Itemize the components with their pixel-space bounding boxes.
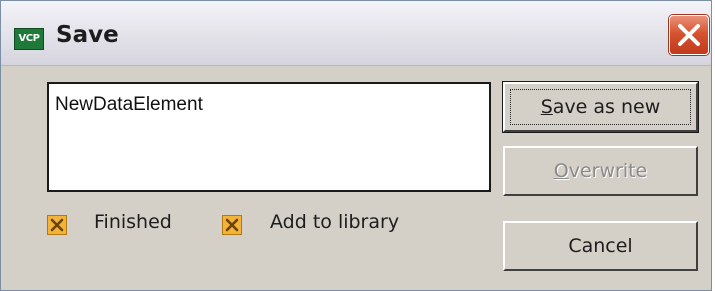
overwrite-label: Overwrite [553,160,648,182]
name-input[interactable]: NewDataElement [47,82,491,192]
overwrite-button[interactable]: Overwrite [503,146,698,196]
checkmark-x-icon [50,218,64,232]
close-icon [678,24,700,46]
cancel-label: Cancel [568,235,633,257]
checkmark-x-icon [225,218,239,232]
dialog-content: NewDataElement Finished Add to library S… [9,66,711,290]
app-icon: VCP [14,28,44,50]
save-as-new-button[interactable]: Save as new [502,81,699,133]
finished-checkbox[interactable] [47,215,67,235]
add-to-library-label: Add to library [270,211,400,233]
finished-label: Finished [94,211,172,233]
save-dialog: VCP Save NewDataElement Finished Add to … [0,0,712,291]
focus-rectangle [510,89,691,125]
window-title: Save [56,22,119,48]
close-button[interactable] [669,15,709,55]
cancel-button[interactable]: Cancel [503,221,698,271]
title-bar[interactable]: VCP Save [1,1,711,66]
add-to-library-checkbox[interactable] [222,215,242,235]
